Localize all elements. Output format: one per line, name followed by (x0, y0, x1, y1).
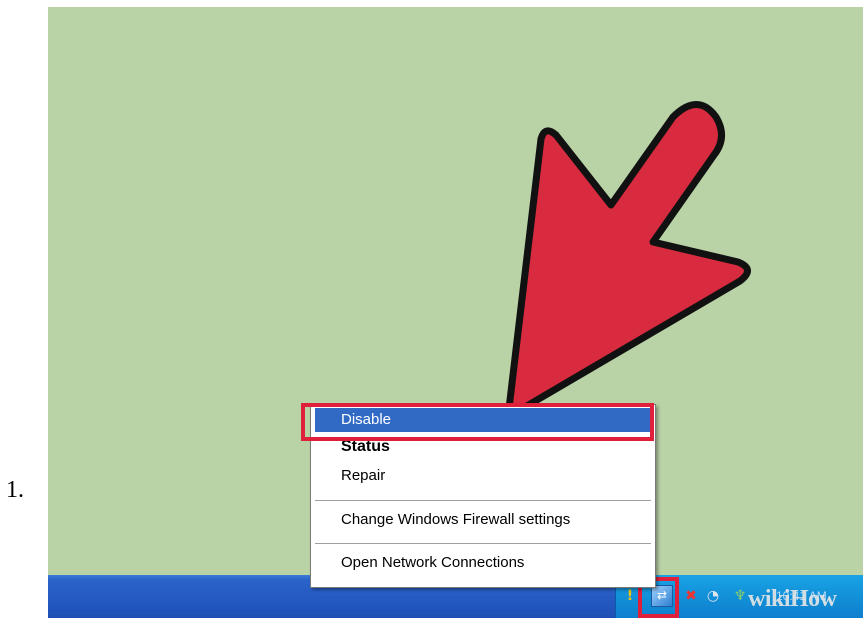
security-center-icon[interactable]: ✖ (682, 587, 700, 605)
disable-highlight-box (301, 403, 654, 441)
menu-item-firewall-settings[interactable]: Change Windows Firewall settings (315, 508, 651, 532)
menu-separator (315, 500, 651, 501)
screenshot: ! ⇄ ✖ ◔ ♆ 10:41 AM wikiHow Disable Statu… (48, 7, 863, 618)
wikihow-watermark: wikiHow (748, 586, 837, 612)
speaker-icon[interactable]: ◔ (704, 587, 722, 605)
shield-icon[interactable]: ! (621, 587, 639, 605)
menu-separator (315, 543, 651, 544)
list-number: 1. (6, 477, 24, 503)
wifi-icon[interactable]: ♆ (731, 587, 749, 605)
menu-item-repair[interactable]: Repair (315, 464, 651, 488)
menu-item-open-network-connections[interactable]: Open Network Connections (315, 551, 651, 575)
